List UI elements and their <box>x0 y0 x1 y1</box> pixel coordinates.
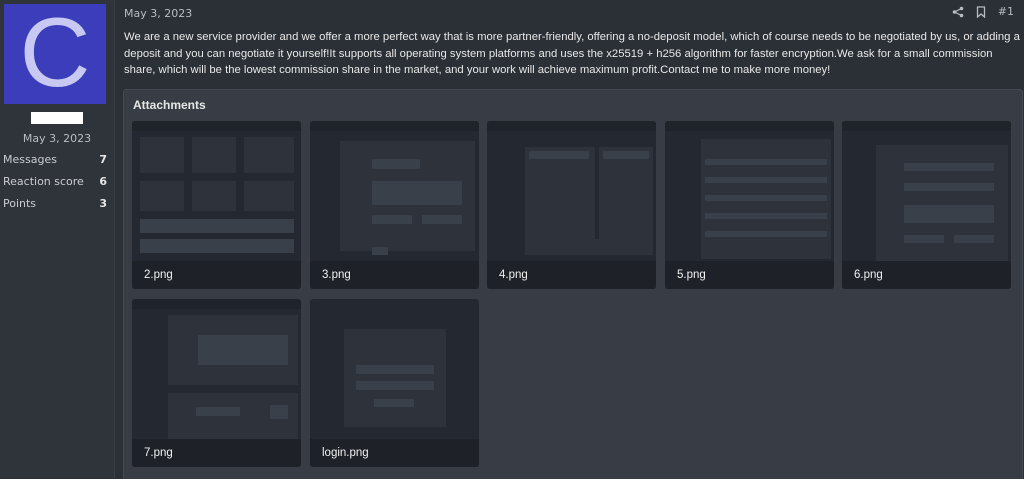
avatar[interactable]: C <box>4 0 106 107</box>
attachment-thumb[interactable]: 7.png <box>132 299 301 467</box>
stat-label: Points <box>3 197 37 210</box>
post-actions: #1 <box>952 5 1014 18</box>
stat-value: 3 <box>99 197 107 210</box>
stat-value: 7 <box>99 153 107 166</box>
stat-label: Reaction score <box>3 175 84 188</box>
bookmark-icon[interactable] <box>976 5 986 18</box>
stat-points: Points 3 <box>3 197 107 210</box>
attachment-filename: 6.png <box>842 261 1011 289</box>
attachment-thumb[interactable]: 5.png <box>665 121 834 289</box>
attachment-thumb[interactable]: login.png <box>310 299 479 467</box>
attachment-filename: 4.png <box>487 261 656 289</box>
avatar-letter: C <box>19 0 91 107</box>
stat-value: 6 <box>99 175 107 188</box>
user-sidebar: C May 3, 2023 Messages 7 Reaction score … <box>0 0 115 478</box>
attachment-thumb[interactable]: 6.png <box>842 121 1011 289</box>
attachment-filename: 5.png <box>665 261 834 289</box>
stat-label: Messages <box>3 153 57 166</box>
post-main: May 3, 2023 #1 We are a new service prov… <box>115 0 1024 479</box>
post-number[interactable]: #1 <box>998 5 1014 18</box>
attachment-filename: 2.png <box>132 261 301 289</box>
attachment-filename: login.png <box>310 439 479 467</box>
attachment-filename: 7.png <box>132 439 301 467</box>
post-body: We are a new service provider and we off… <box>124 31 1020 76</box>
attachments-title: Attachments <box>133 98 206 112</box>
stat-messages: Messages 7 <box>3 153 107 166</box>
share-icon[interactable] <box>952 6 964 18</box>
attachment-thumb[interactable]: 2.png <box>132 121 301 289</box>
attachment-filename: 3.png <box>310 261 479 289</box>
post-date[interactable]: May 3, 2023 <box>124 7 192 20</box>
attachment-thumb[interactable]: 3.png <box>310 121 479 289</box>
join-date: May 3, 2023 <box>22 132 92 145</box>
attachments-block: Attachments 2.png 3.png 4.png 5.png 6.pn… <box>123 89 1023 479</box>
attachment-thumb[interactable]: 4.png <box>487 121 656 289</box>
username-redacted[interactable] <box>31 112 83 124</box>
stat-reaction-score: Reaction score 6 <box>3 175 107 188</box>
